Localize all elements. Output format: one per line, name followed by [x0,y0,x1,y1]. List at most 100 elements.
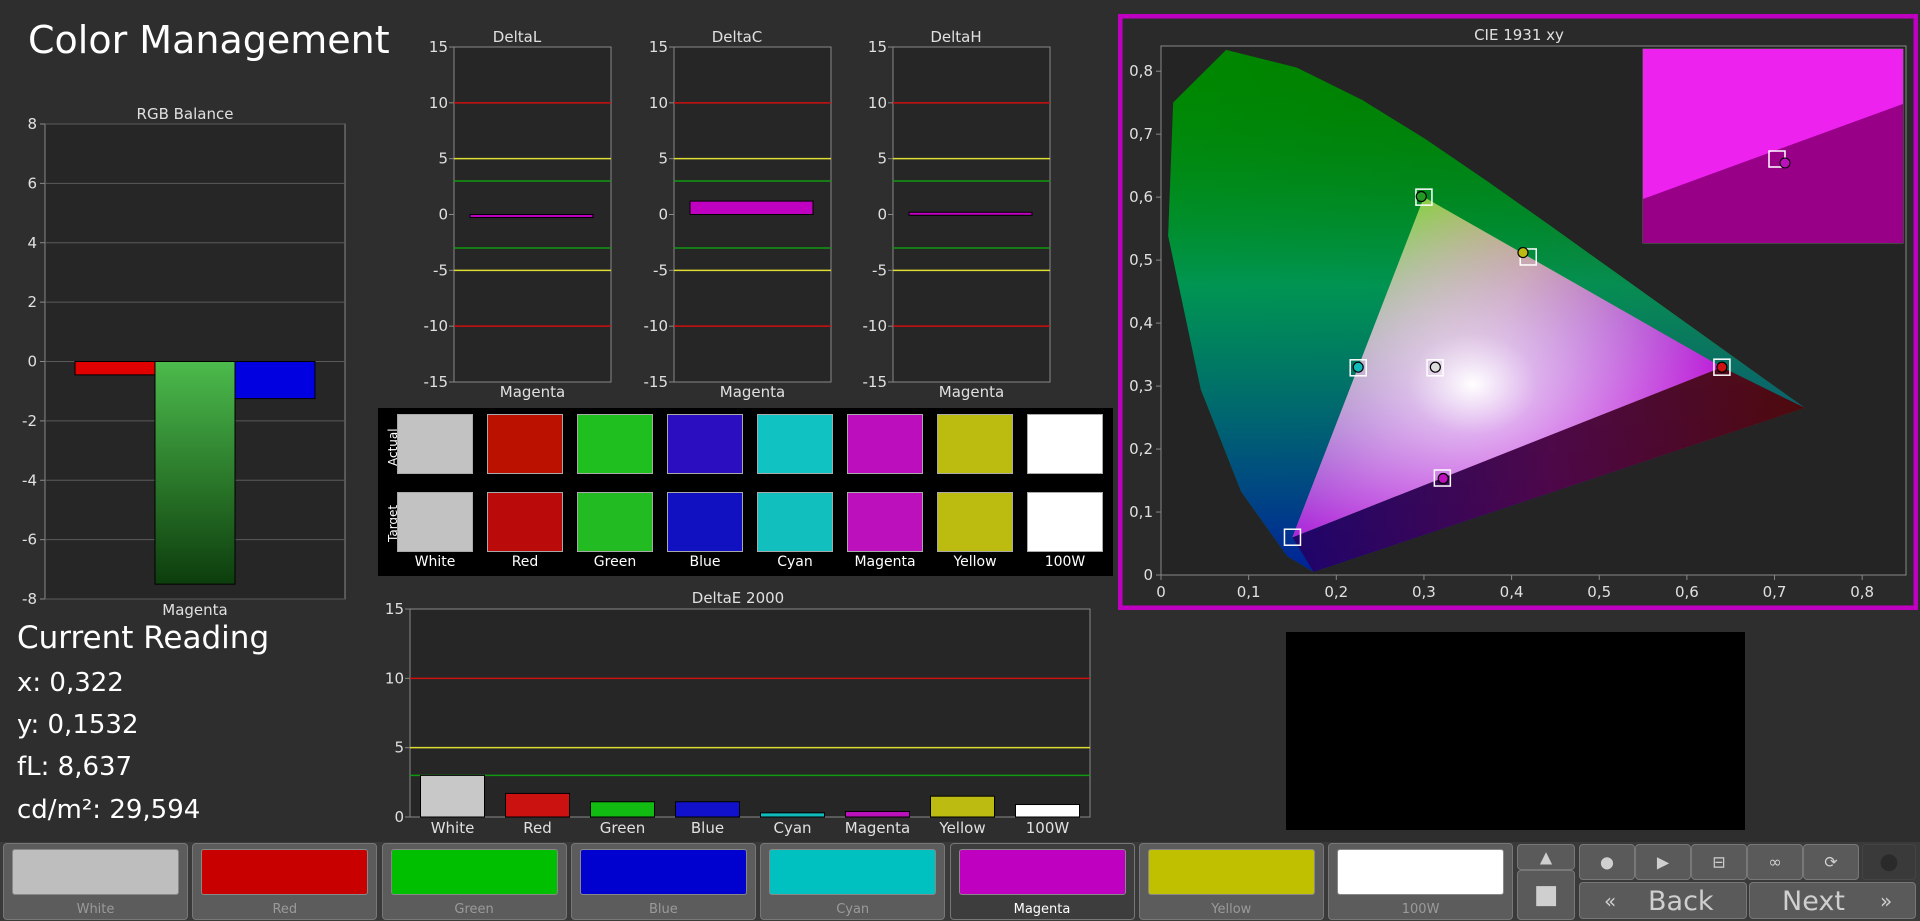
deltae-category: 100W [1026,819,1070,837]
refresh-button[interactable]: ⟳ [1803,844,1859,880]
deltae-title: DeltaE 2000 [692,589,784,607]
tick-label: 4 [27,234,37,252]
cie-title: CIE 1931 xy [1474,26,1564,44]
swatch-label: Magenta [854,554,916,570]
x-tick-label: 0,1 [1237,583,1261,601]
deltae-bar-yellow [930,795,995,818]
reading-cdm2: cd/m²: 29,594 [17,795,201,825]
y-tick-label: 0,3 [1129,377,1153,395]
stop-button[interactable]: ■ [1517,870,1575,920]
y-tick-label: 0 [1143,566,1153,584]
patch-button-white[interactable]: White [3,843,188,920]
patch-color-chip [958,849,1126,895]
tick-label: 5 [394,739,404,757]
next-label: Next [1782,886,1845,917]
plot-area [409,608,1091,818]
tick-label: -6 [22,531,37,549]
actual-marker-green [1415,190,1427,203]
deltal-chart: DeltaL 15 10 5 0 -5 -10 -15 Magenta [424,28,612,401]
swatch-label: White [414,554,456,570]
patch-label: 100W [1401,902,1440,917]
swatch-actual-blue [667,414,743,474]
deltae-chart: DeltaE 2000 15 10 5 0 White Red Green Blue Cyan M… [385,589,1091,837]
tick-label: -5 [433,261,448,279]
swatch-target-red [487,492,563,552]
tick-label: 5 [877,150,887,168]
patch-color-chip [390,849,558,895]
patch-color-chip [12,849,179,895]
page-title: Color Management [28,18,390,62]
cie-chart: CIE 1931 xy 0 0,1 0,2 0,3 0,4 0,5 0,6 0,7 0,8 0 0,… [1118,14,1918,610]
deltae-bar-100w [1015,804,1080,818]
stop-measure-button[interactable]: ● [1579,844,1635,880]
swatch-actual-yellow [937,414,1013,474]
tick-label: 15 [868,38,887,56]
tick-label: 10 [385,669,404,687]
x-tick-label: 0,7 [1763,583,1787,601]
next-arrow-icon: » [1880,889,1893,913]
stop-square-icon: ■ [1533,880,1559,910]
rgb-balance-title: RGB Balance [137,105,234,123]
x-tick-label: 0 [1156,583,1166,601]
swatch-target-blue [667,492,743,552]
zoom-actual-marker [1779,157,1791,169]
patch-button-magenta[interactable]: Magenta [949,843,1135,920]
play-button[interactable]: ▶ [1635,844,1691,880]
patch-button-green[interactable]: Green [381,843,567,920]
tick-label: -15 [863,373,888,391]
swatch-label: Cyan [777,554,813,570]
fit-button[interactable]: ⊟ [1691,844,1747,880]
deltae-category: Red [523,819,552,837]
patch-button-blue[interactable]: Blue [570,843,756,920]
x-tick-label: 0,2 [1324,583,1348,601]
play-icon: ▶ [1656,852,1670,872]
tick-label: -2 [22,412,37,430]
swatch-label: Blue [689,554,721,570]
tick-label: 5 [438,150,448,168]
patch-label: Red [272,902,298,917]
patch-button-100w[interactable]: 100W [1328,843,1514,920]
swatch-actual-red [487,414,563,474]
preview-box [1286,632,1745,830]
patch-label: Cyan [836,902,870,917]
swatch-actual-magenta [847,414,923,474]
patch-button-red[interactable]: Red [192,843,378,920]
swatch-actual-100w [1027,414,1103,474]
loop-button[interactable]: ∞ [1747,844,1803,880]
swatch-actual-green [577,414,653,474]
deltae-category: Magenta [845,819,910,837]
patch-color-chip [579,849,747,895]
deltae-category: Blue [691,819,724,837]
patch-label: Magenta [1013,902,1071,917]
next-button[interactable]: Next » [1749,882,1916,919]
reading-y: y: 0,1532 [17,710,139,740]
scroll-up-button[interactable]: ▲ [1517,844,1575,870]
patch-color-chip [1147,849,1315,895]
patch-label: Blue [649,902,678,917]
back-arrow-icon: « [1604,889,1617,913]
back-button[interactable]: « Back [1579,882,1747,919]
deltal-category: Magenta [500,383,565,401]
current-reading-heading: Current Reading [17,620,270,656]
tick-label: 15 [649,38,668,56]
rgb-balance-chart: RGB Balance 8 6 4 2 0 -2 -4 -6 -8 Magenta [22,105,346,619]
deltah-category: Magenta [939,383,1004,401]
tick-label: 8 [27,115,37,133]
deltae-bar-red [505,792,570,818]
deltae-category: Cyan [773,819,811,837]
deltae-bar-magenta [845,810,910,818]
swatch-actual-cyan [757,414,833,474]
swatch-label: Yellow [953,554,997,570]
loop-icon: ∞ [1768,852,1782,872]
tick-label: 5 [658,150,668,168]
patch-button-yellow[interactable]: Yellow [1138,843,1324,920]
record-button[interactable]: ● [1862,844,1916,880]
deltac-chart: DeltaC 15 10 5 0 -5 -10 -15 Magenta [644,28,832,401]
tick-label: -15 [424,373,449,391]
patch-color-chip [201,849,369,895]
tick-label: 0 [438,206,448,224]
patch-button-cyan[interactable]: Cyan [760,843,946,920]
deltae-bar-blue [675,801,740,818]
tick-label: -10 [424,317,449,335]
y-tick-label: 0,6 [1129,188,1153,206]
